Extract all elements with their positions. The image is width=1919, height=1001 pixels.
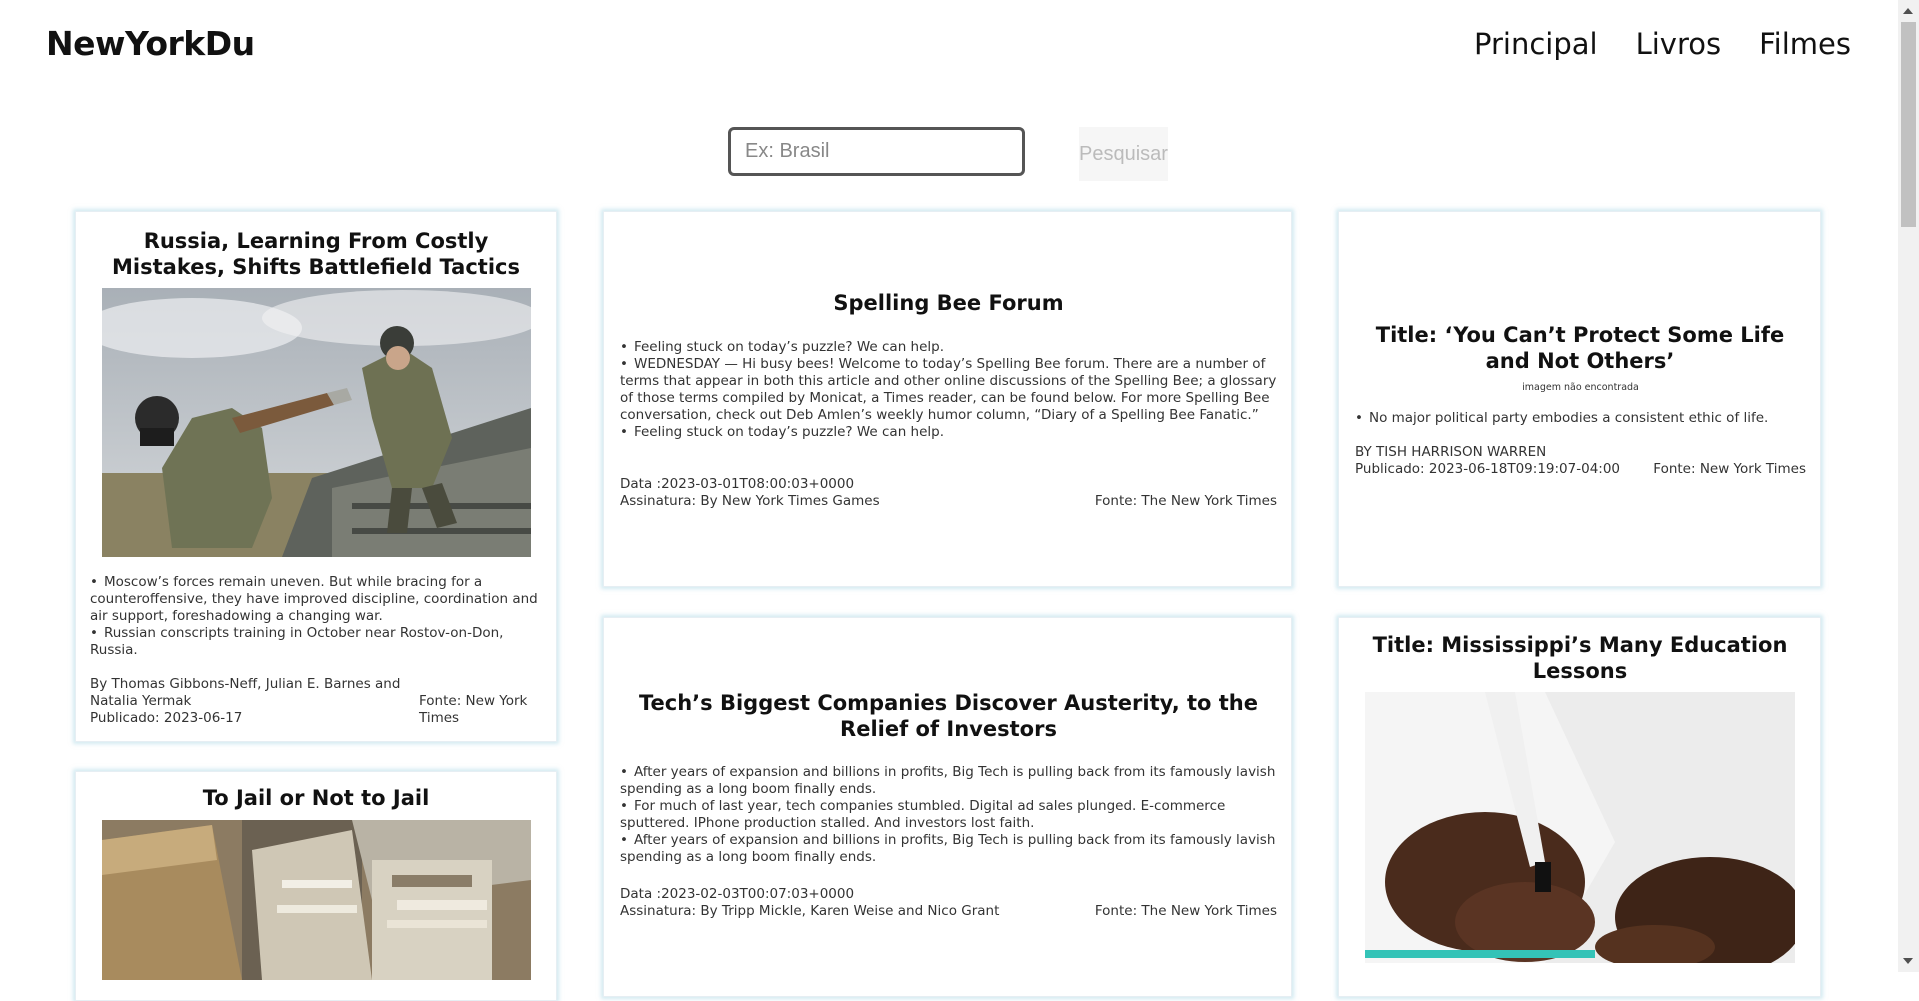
summary-item: Feeling stuck on today’s puzzle? We can … — [620, 339, 1280, 356]
article-summary: No major political party embodies a cons… — [1355, 410, 1810, 427]
article-source: Fonte: The New York Times — [1094, 493, 1277, 509]
soldiers-photo — [102, 288, 531, 557]
summary-item: Feeling stuck on today’s puzzle? We can … — [620, 424, 1280, 441]
summary-item: Russian conscripts training in October n… — [90, 625, 542, 659]
child-writing-photo — [1365, 692, 1795, 963]
article-summary: Moscow’s forces remain uneven. But while… — [90, 574, 542, 659]
page-scrollbar[interactable] — [1898, 0, 1919, 972]
summary-item: After years of expansion and billions in… — [620, 832, 1280, 866]
article-published: Publicado: 2023-06-17 — [90, 710, 243, 726]
summary-item: No major political party embodies a cons… — [1355, 410, 1810, 427]
article-source: Fonte: The New York Times — [1094, 903, 1277, 919]
article-source: Fonte: New York Times — [419, 693, 528, 726]
summary-item: Moscow’s forces remain uneven. But while… — [90, 574, 542, 625]
article-card[interactable]: Spelling Bee Forum Feeling stuck on toda… — [603, 211, 1292, 587]
nav-principal[interactable]: Principal — [1474, 27, 1598, 61]
summary-item: For much of last year, tech companies st… — [620, 798, 1280, 832]
article-card[interactable]: To Jail or Not to Jail — [75, 771, 557, 1001]
article-card[interactable]: Title: ‘You Can’t Protect Some Life and … — [1338, 211, 1821, 587]
summary-item: WEDNESDAY — Hi busy bees! Welcome to tod… — [620, 356, 1280, 424]
article-summary: Feeling stuck on today’s puzzle? We can … — [620, 339, 1280, 441]
site-logo[interactable]: NewYorkDu — [46, 24, 255, 63]
article-byline: Assinatura: By New York Times Games — [620, 493, 880, 509]
article-byline: BY TISH HARRISON WARREN — [1355, 444, 1547, 460]
article-image — [102, 288, 531, 557]
boxes-photo — [102, 820, 531, 980]
article-byline: Assinatura: By Tripp Mickle, Karen Weise… — [620, 903, 1000, 919]
article-title[interactable]: Spelling Bee Forum — [618, 290, 1279, 316]
article-summary: After years of expansion and billions in… — [620, 764, 1280, 866]
main-nav: Principal Livros Filmes — [1474, 27, 1851, 61]
article-card[interactable]: Tech’s Biggest Companies Discover Auster… — [603, 617, 1292, 997]
image-not-found-text: imagem não encontrada — [1522, 382, 1639, 393]
article-date: Data :2023-03-01T08:00:03+0000 — [620, 476, 855, 492]
article-title[interactable]: Tech’s Biggest Companies Discover Auster… — [618, 690, 1279, 742]
scroll-thumb[interactable] — [1901, 22, 1916, 227]
article-source: Fonte: New York Times — [1653, 461, 1806, 477]
article-published: Publicado: 2023-06-18T09:19:07-04:00 — [1355, 461, 1621, 477]
scroll-up-icon[interactable] — [1903, 8, 1913, 14]
article-title[interactable]: Title: ‘You Can’t Protect Some Life and … — [1355, 322, 1805, 374]
article-card[interactable]: Title: Mississippi’s Many Education Less… — [1338, 617, 1821, 997]
article-title[interactable]: To Jail or Not to Jail — [96, 785, 536, 811]
nav-filmes[interactable]: Filmes — [1759, 27, 1851, 61]
article-card[interactable]: Russia, Learning From Costly Mistakes, S… — [75, 211, 557, 742]
scroll-down-icon[interactable] — [1903, 958, 1913, 964]
nav-livros[interactable]: Livros — [1636, 27, 1722, 61]
article-title[interactable]: Title: Mississippi’s Many Education Less… — [1355, 632, 1805, 684]
article-title[interactable]: Russia, Learning From Costly Mistakes, S… — [96, 228, 536, 280]
article-date: Data :2023-02-03T00:07:03+0000 — [620, 886, 855, 902]
article-image — [1365, 692, 1795, 963]
article-byline: By Thomas Gibbons-Neff, Julian E. Barnes… — [90, 676, 401, 709]
article-image — [102, 820, 531, 980]
search-button[interactable]: Pesquisar — [1079, 127, 1168, 181]
summary-item: After years of expansion and billions in… — [620, 764, 1280, 798]
search-input[interactable] — [728, 127, 1025, 176]
